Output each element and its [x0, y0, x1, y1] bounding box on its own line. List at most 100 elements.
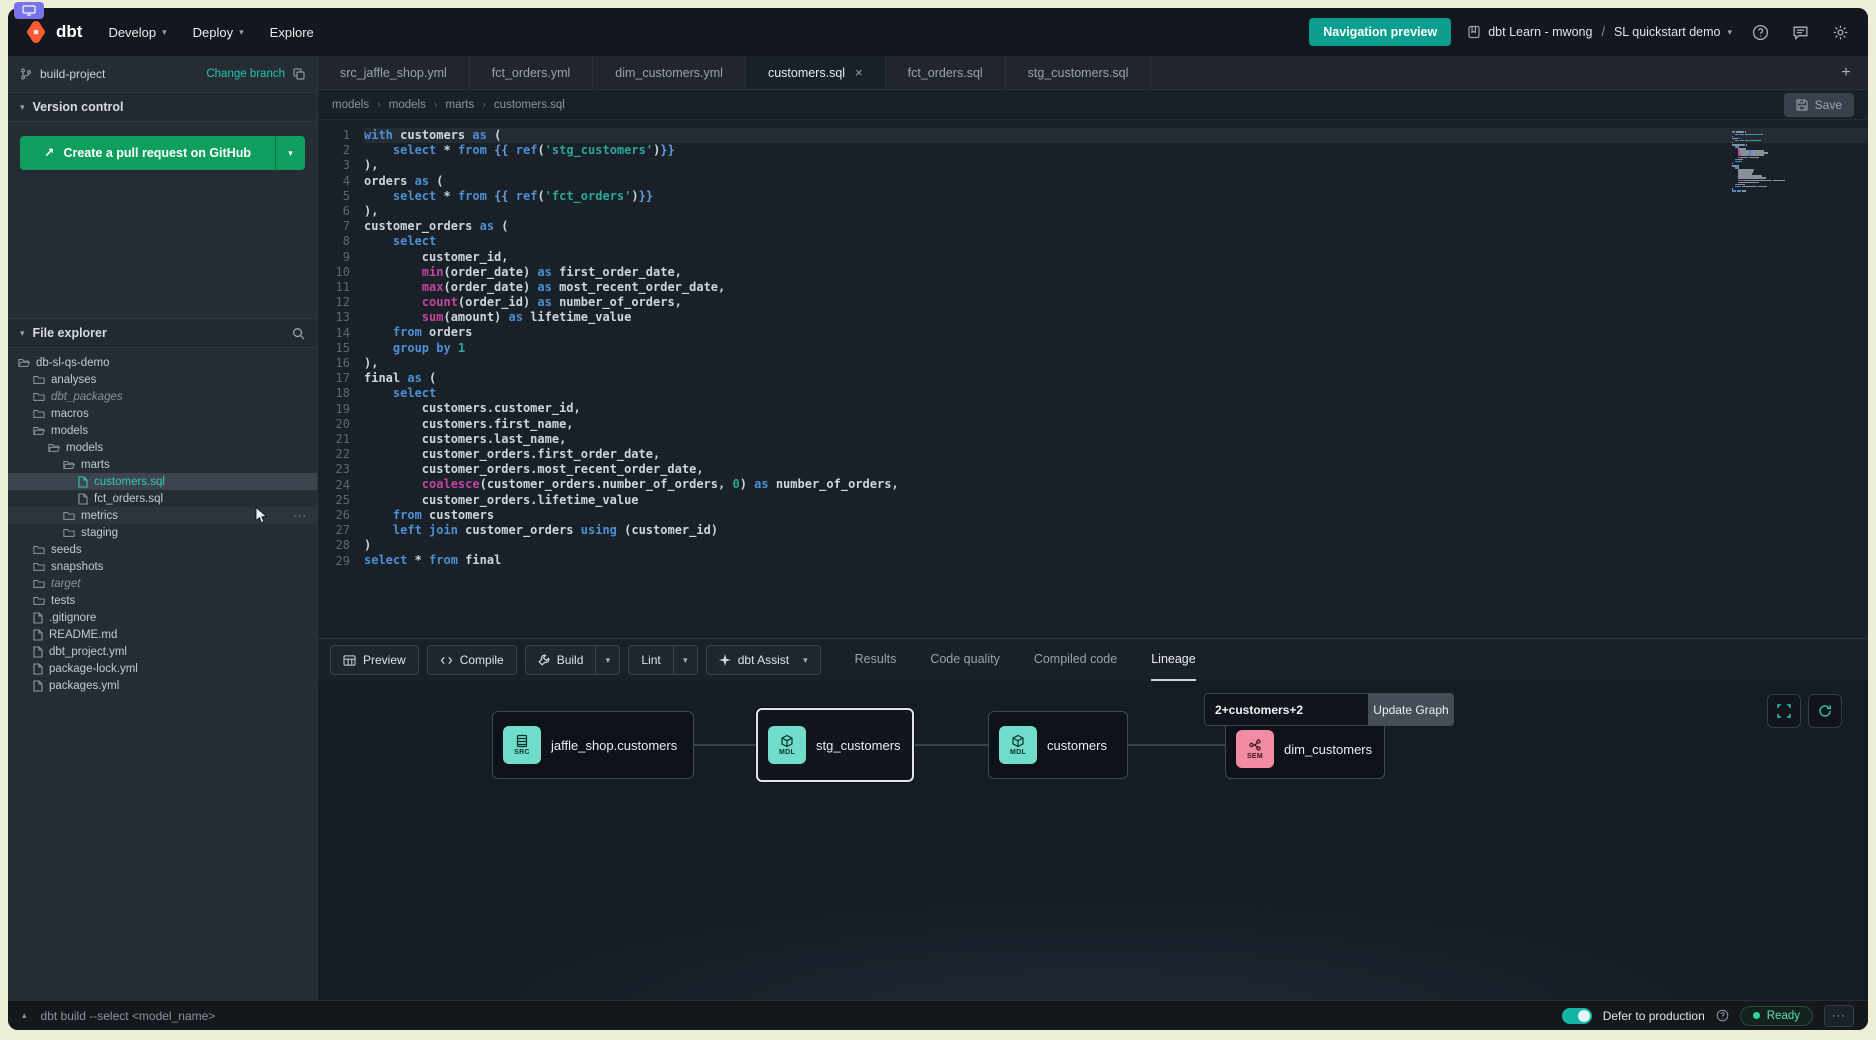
code-token: as	[537, 280, 551, 294]
tree-item-db-sl-qs-demo[interactable]: db-sl-qs-demo	[8, 354, 317, 371]
code-token	[364, 310, 422, 324]
tree-item-marts[interactable]: marts	[8, 456, 317, 473]
tree-item-staging[interactable]: staging	[8, 524, 317, 541]
fullscreen-icon[interactable]	[1767, 694, 1801, 728]
gear-icon[interactable]	[1828, 20, 1852, 44]
ide-status-badge[interactable]: Ready	[1740, 1006, 1813, 1026]
help-icon[interactable]	[1748, 20, 1772, 44]
create-pr-button[interactable]: ↗ Create a pull request on GitHub ▾	[20, 136, 305, 170]
tree-item-macros[interactable]: macros	[8, 405, 317, 422]
panel-tab-results[interactable]: Results	[855, 639, 897, 681]
collapse-statusbar-icon[interactable]: ▴	[22, 1010, 27, 1021]
lint-button[interactable]: Lint ▾	[628, 645, 697, 675]
line-number: 7	[318, 219, 350, 234]
editor-tabbar: src_jaffle_shop.ymlfct_orders.ymldim_cus…	[318, 56, 1868, 90]
more-options-button[interactable]: ···	[1824, 1005, 1854, 1027]
tree-item-fct_orders.sql[interactable]: fct_orders.sql	[8, 490, 317, 507]
tab-stg_customers.sql[interactable]: stg_customers.sql	[1006, 56, 1152, 89]
defer-help-icon[interactable]	[1716, 1009, 1729, 1022]
minimap[interactable]	[1732, 126, 1796, 187]
change-branch-link[interactable]: Change branch	[206, 68, 285, 80]
new-tab-button[interactable]: +	[1824, 56, 1868, 89]
tab-customers.sql[interactable]: customers.sql×	[746, 56, 886, 89]
menu-explore[interactable]: Explore	[270, 25, 314, 40]
lineage-search-input[interactable]	[1204, 693, 1368, 726]
tree-item-dbt_packages[interactable]: dbt_packages	[8, 388, 317, 405]
code-line: count(order_id) as number_of_orders,	[364, 295, 1868, 310]
tree-item-packages.yml[interactable]: packages.yml	[8, 677, 317, 694]
tab-fct_orders.yml[interactable]: fct_orders.yml	[470, 56, 594, 89]
row-menu-button[interactable]: ···	[293, 510, 307, 522]
node-badge: SEM	[1236, 730, 1274, 768]
breadcrumb-item[interactable]: marts	[446, 99, 475, 111]
tree-item-tests[interactable]: tests	[8, 592, 317, 609]
version-control-header[interactable]: ▾ Version control	[8, 92, 317, 122]
tree-item-models[interactable]: models	[8, 422, 317, 439]
node-badge-label: MDL	[779, 749, 795, 756]
lineage-node-dim_customers[interactable]: SEMdim_customers	[1225, 719, 1385, 779]
breadcrumb-item[interactable]: models	[389, 99, 426, 111]
copy-icon[interactable]	[293, 68, 305, 80]
panel-tab-lineage[interactable]: Lineage	[1151, 639, 1196, 681]
code-token: (	[537, 189, 544, 203]
tree-item-metrics[interactable]: metrics···	[8, 507, 317, 524]
tree-item-label: models	[51, 425, 88, 437]
tab-src_jaffle_shop.yml[interactable]: src_jaffle_shop.yml	[318, 56, 470, 89]
lineage-node-jaffle_shop.customers[interactable]: SRCjaffle_shop.customers	[492, 711, 694, 779]
tree-item-snapshots[interactable]: snapshots	[8, 558, 317, 575]
code-token: orders	[364, 174, 415, 188]
project-breadcrumb[interactable]: dbt Learn - mwong / SL quickstart demo ▾	[1467, 25, 1732, 39]
lineage-canvas[interactable]: SRCjaffle_shop.customers MDLstg_customers…	[318, 681, 1868, 1000]
build-dropdown-button[interactable]: ▾	[595, 646, 619, 674]
code-token	[364, 477, 422, 491]
preview-button[interactable]: Preview	[330, 645, 419, 675]
build-button[interactable]: Build▾	[525, 645, 621, 675]
tree-item-analyses[interactable]: analyses	[8, 371, 317, 388]
pr-dropdown-button[interactable]: ▾	[275, 136, 305, 170]
menu-deploy[interactable]: Deploy▾	[193, 25, 244, 40]
search-icon[interactable]	[292, 327, 305, 340]
tree-item-package-lock.yml[interactable]: package-lock.yml	[8, 660, 317, 677]
code-token: ref	[516, 143, 538, 157]
menu-develop[interactable]: Develop▾	[108, 25, 166, 40]
close-icon[interactable]: ×	[855, 65, 863, 80]
tree-item-customers.sql[interactable]: customers.sql	[8, 473, 317, 490]
tree-item-README.md[interactable]: README.md	[8, 626, 317, 643]
save-button[interactable]: Save	[1784, 93, 1854, 117]
breadcrumb-item[interactable]: customers.sql	[494, 99, 565, 111]
panel-tab-compiled-code[interactable]: Compiled code	[1034, 639, 1117, 681]
code-line: sum(amount) as lifetime_value	[364, 310, 1868, 325]
tab-fct_orders.sql[interactable]: fct_orders.sql	[886, 56, 1006, 89]
compile-button[interactable]: Compile	[427, 645, 517, 675]
tree-item-dbt_project.yml[interactable]: dbt_project.yml	[8, 643, 317, 660]
code-token: from	[393, 325, 422, 339]
tree-item-models[interactable]: models	[8, 439, 317, 456]
tree-item-target[interactable]: target	[8, 575, 317, 592]
tab-dim_customers.yml[interactable]: dim_customers.yml	[593, 56, 746, 89]
navigation-preview-button[interactable]: Navigation preview	[1309, 18, 1451, 46]
panel-tabs: Results Code quality Compiled code Lineage	[855, 639, 1196, 681]
code-token: as	[407, 371, 421, 385]
command-input-placeholder[interactable]: dbt build --select <model_name>	[41, 1009, 216, 1023]
code-editor[interactable]: 1234567891011121314151617181920212223242…	[318, 120, 1868, 638]
dbt-assist-button[interactable]: dbt Assist▾	[706, 645, 821, 675]
button-label: Lint	[641, 653, 660, 667]
code-token: select	[393, 143, 436, 157]
lint-dropdown-button[interactable]: ▾	[673, 646, 697, 674]
panel-tab-code-quality[interactable]: Code quality	[930, 639, 1000, 681]
breadcrumb-item[interactable]: models	[332, 99, 369, 111]
feedback-icon[interactable]	[1788, 20, 1812, 44]
line-number: 15	[318, 341, 350, 356]
button-label: Compile	[460, 653, 504, 667]
lineage-node-customers[interactable]: MDLcustomers	[988, 711, 1128, 779]
tree-item-seeds[interactable]: seeds	[8, 541, 317, 558]
update-graph-button[interactable]: Update Graph	[1368, 693, 1454, 726]
chevron-down-icon: ▾	[20, 102, 25, 113]
code-token: ),	[364, 356, 378, 370]
lineage-node-stg_customers[interactable]: MDLstg_customers	[756, 708, 914, 782]
file-explorer-header[interactable]: ▾ File explorer	[8, 318, 317, 348]
refresh-icon[interactable]	[1808, 694, 1842, 728]
code-token: coalesce	[422, 477, 480, 491]
defer-toggle[interactable]	[1562, 1008, 1592, 1024]
tree-item-.gitignore[interactable]: .gitignore	[8, 609, 317, 626]
